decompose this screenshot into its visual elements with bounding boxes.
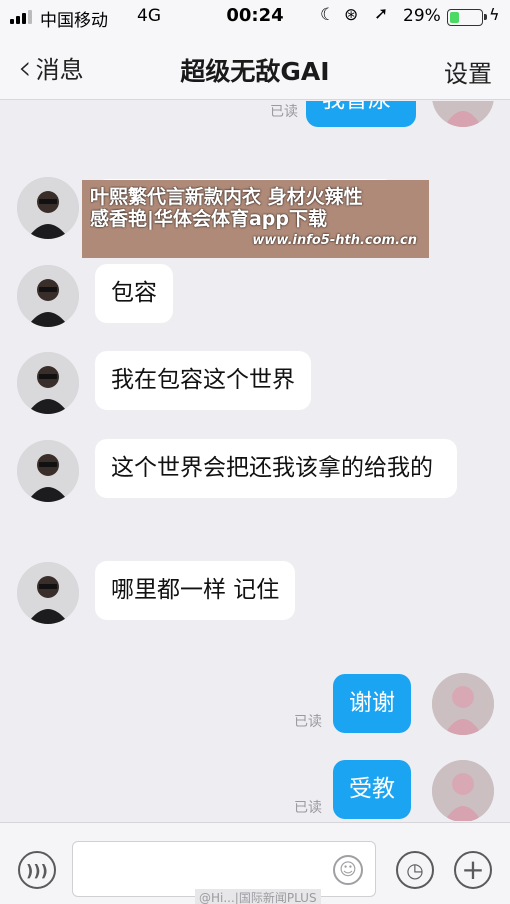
ad-line-2: 感香艳|华体会体育app下载	[90, 208, 327, 230]
friend-avatar[interactable]	[17, 562, 79, 624]
read-receipt: 已读	[294, 714, 322, 730]
back-label: 消息	[35, 56, 84, 84]
moon-icon: ☾	[320, 5, 336, 25]
message-bubble-incoming[interactable]: 我在包容这个世界	[95, 351, 311, 410]
ad-url: www.info5-hth.com.cn	[252, 233, 417, 248]
message-bubble-incoming[interactable]: 哪里都一样 记住	[95, 561, 296, 620]
ad-banner-overlay[interactable]: 叶熙繁代言新款内衣 身材火辣性 感香艳|华体会体育app下载 www.info5…	[82, 180, 429, 258]
nav-bar: ‹ 消息 超级无敌GAI 设置	[0, 34, 510, 100]
my-avatar[interactable]	[432, 101, 494, 127]
back-button[interactable]: ‹ 消息	[18, 50, 84, 85]
chevron-left-icon: ‹	[18, 47, 32, 88]
location-arrow-icon: ➚	[374, 4, 389, 24]
charging-icon: ϟ	[489, 5, 500, 24]
sound-wave-icon: )))	[26, 860, 48, 880]
message-bubble-outgoing[interactable]: 受教	[333, 760, 411, 819]
watermark: @Hi...|国际新闻PLUS	[195, 889, 321, 904]
status-bar: 中国移动 4G 00:24 ☾ ⊛ ➚ 29% ϟ	[0, 0, 510, 34]
read-receipt: 已读	[270, 104, 298, 120]
battery-icon	[447, 9, 487, 26]
friend-avatar[interactable]	[17, 352, 79, 414]
battery-percent: 29%	[403, 6, 441, 26]
friend-avatar[interactable]	[17, 440, 79, 502]
plus-icon: +	[461, 853, 485, 886]
smiley-icon: ☺	[339, 860, 357, 880]
message-bubble-incoming[interactable]: 包容	[95, 264, 173, 323]
clock-icon: ◷	[406, 858, 424, 882]
rotation-lock-icon: ⊛	[344, 5, 359, 25]
my-avatar[interactable]	[432, 673, 494, 735]
message-bubble-incoming[interactable]: 这个世界会把还我该拿的给我的	[95, 439, 457, 498]
input-bar: ))) ☺ ◷ + @Hi...|国际新闻PLUS	[0, 822, 510, 904]
friend-avatar[interactable]	[17, 177, 79, 239]
more-button[interactable]: +	[454, 851, 492, 889]
emoji-button[interactable]: ☺	[333, 855, 363, 885]
settings-button[interactable]: 设置	[444, 54, 492, 89]
my-avatar[interactable]	[432, 760, 494, 821]
clock-button[interactable]: ◷	[396, 851, 434, 889]
message-bubble-outgoing[interactable]: 谢谢	[333, 674, 411, 733]
read-receipt: 已读	[294, 800, 322, 816]
voice-input-button[interactable]: )))	[18, 851, 56, 889]
friend-avatar[interactable]	[17, 265, 79, 327]
ad-line-1: 叶熙繁代言新款内衣 身材火辣性	[90, 186, 363, 208]
message-bubble-outgoing[interactable]: 我冒尿	[306, 101, 416, 127]
